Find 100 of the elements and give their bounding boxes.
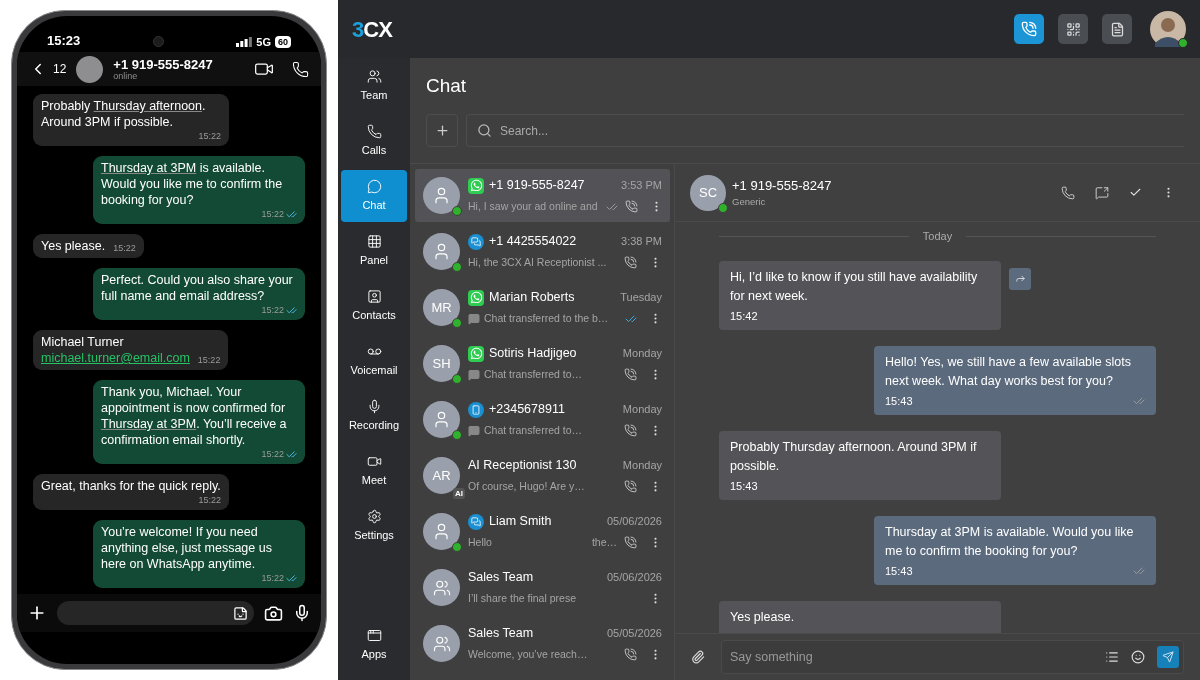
message-preview: Chat transferred to the b… bbox=[484, 311, 609, 326]
nav-item[interactable]: Calls bbox=[341, 115, 407, 167]
attach-icon[interactable] bbox=[691, 650, 705, 664]
search-icon bbox=[477, 123, 492, 138]
message-text: Yes please. bbox=[730, 608, 796, 626]
date-separator: Today bbox=[922, 229, 953, 244]
page-title: Chat bbox=[426, 74, 468, 98]
microphone-icon[interactable] bbox=[293, 604, 311, 622]
search-input[interactable]: Search... bbox=[500, 121, 1174, 140]
battery-indicator: 60 bbox=[274, 35, 291, 48]
presence-label: online bbox=[113, 71, 139, 81]
nav-item[interactable]: Recording bbox=[341, 390, 407, 442]
forward-icon bbox=[1014, 273, 1026, 284]
email-link[interactable]: michael.turner@email.com bbox=[41, 350, 190, 366]
avatar bbox=[423, 177, 460, 214]
document-icon bbox=[1109, 21, 1125, 37]
message-text: Thank you, Michael. Your appointment is now confirmed for Thursday at 3PM. You’ll receive a confirmation email shortly. bbox=[101, 384, 288, 448]
phone-button[interactable] bbox=[1014, 14, 1044, 44]
chat-time: 05/06/2026 bbox=[606, 570, 662, 586]
qr-code-button[interactable] bbox=[1058, 14, 1088, 44]
chat-bubble-icon bbox=[366, 178, 382, 194]
user-avatar[interactable] bbox=[1150, 11, 1186, 47]
message-time: 15:22 bbox=[198, 494, 221, 506]
message-preview: Welcome, you’ve reach… bbox=[468, 647, 588, 662]
contact-name: AI Receptionist 130 bbox=[468, 457, 578, 475]
message-preview: I’ll share the final prese bbox=[468, 591, 576, 606]
message-text: Michael Turner bbox=[41, 334, 125, 350]
camera-icon[interactable] bbox=[264, 603, 283, 623]
message-text: Thursday at 3PM is available. Would you like me to confirm the booking for you? bbox=[101, 160, 284, 208]
list-icon[interactable] bbox=[1105, 650, 1119, 664]
message-time: 15:22 bbox=[198, 130, 221, 142]
nav-item[interactable]: Settings bbox=[341, 500, 407, 552]
nav-item[interactable]: Meet bbox=[341, 445, 407, 497]
whatsapp-icon bbox=[468, 289, 484, 306]
message-preview: the… bbox=[591, 535, 617, 550]
transfer-icon bbox=[468, 424, 480, 437]
message-text: Perfect. Could you also share your full name and email address? bbox=[101, 272, 294, 304]
share-icon[interactable] bbox=[1095, 185, 1109, 200]
contact-subtitle: Generic bbox=[732, 195, 767, 210]
nav-item[interactable]: Panel bbox=[341, 225, 407, 277]
chat-time: 05/06/2026 bbox=[606, 514, 662, 530]
document-button[interactable] bbox=[1102, 14, 1132, 44]
nav-item[interactable]: Team bbox=[341, 60, 407, 112]
avatar bbox=[423, 625, 460, 662]
message-preview: Of course, Hugo! Are y… bbox=[468, 479, 585, 494]
transfer-icon bbox=[468, 368, 480, 381]
chat-time: Monday bbox=[622, 458, 662, 474]
contact-card-icon bbox=[366, 288, 382, 304]
chat-list-item[interactable]: +1 919-555-8247 3:53 PM Hi, I saw your ad online and bbox=[415, 169, 670, 222]
chat-list-item[interactable]: Sales Team 05/05/2026 Welcome, you’ve reach… bbox=[415, 617, 670, 670]
message-time: 15:22 bbox=[261, 448, 284, 460]
chat-list-item[interactable]: AR AI AI Receptionist 130 Monday Of course, Hugo! Are y… bbox=[415, 449, 670, 502]
avatar bbox=[423, 513, 460, 550]
avatar bbox=[423, 569, 460, 606]
contact-name[interactable]: +1 919-555-8247 bbox=[113, 57, 248, 71]
nav-item[interactable]: Chat bbox=[341, 170, 407, 222]
chat-list-item[interactable]: Sales Team 05/06/2026 I’ll share the final prese bbox=[415, 561, 670, 614]
search-field[interactable]: Search... bbox=[466, 114, 1184, 147]
message-preview: Hi, the 3CX AI Receptionist ... bbox=[468, 255, 607, 270]
send-icon bbox=[1162, 651, 1174, 663]
whatsapp-icon bbox=[468, 345, 484, 362]
chat-time: 3:53 PM bbox=[621, 178, 662, 194]
apps-icon bbox=[366, 627, 382, 643]
team-icon bbox=[366, 68, 382, 84]
chat-list-item[interactable]: +2345678911 Monday Chat transferred to… bbox=[415, 393, 670, 446]
message-time: 15:22 bbox=[261, 208, 284, 220]
message-preview: Chat transferred to… bbox=[484, 367, 583, 382]
chat-list-item[interactable]: Liam Smith 05/06/2026 Hello the… bbox=[415, 505, 670, 558]
contact-name: Sales Team bbox=[468, 625, 535, 643]
message-time: 15:22 bbox=[113, 242, 136, 254]
whatsapp-icon bbox=[468, 177, 484, 194]
chat-list-item[interactable]: SH Sotiris Hadjigeo Monday Chat transferred to… bbox=[415, 337, 670, 390]
message-time: 15:43 bbox=[885, 393, 913, 409]
avatar bbox=[423, 233, 460, 270]
network-label: 5G bbox=[256, 34, 271, 50]
nav-item[interactable]: Voicemail bbox=[341, 335, 407, 387]
nav-item[interactable]: Apps bbox=[341, 619, 407, 671]
contact-name: +1 919-555-8247 bbox=[489, 177, 586, 195]
signal-icon bbox=[236, 36, 253, 47]
chat-list-item[interactable]: MR Marian Roberts Tuesday Chat transferred to the b… bbox=[415, 281, 670, 334]
settings-icon bbox=[366, 508, 382, 524]
message-preview: Hello bbox=[468, 535, 492, 550]
message-field[interactable]: Say something bbox=[721, 640, 1184, 674]
message-input[interactable] bbox=[57, 601, 254, 625]
chat-time: 05/05/2026 bbox=[606, 626, 662, 642]
avatar: SH bbox=[423, 345, 460, 382]
contact-name: +1 4425554022 bbox=[489, 233, 578, 251]
check-icon[interactable] bbox=[1129, 186, 1142, 199]
avatar bbox=[76, 55, 104, 83]
forward-button[interactable] bbox=[1009, 267, 1031, 290]
contact-name: Sales Team bbox=[468, 569, 535, 587]
nav-item[interactable]: Contacts bbox=[341, 280, 407, 332]
send-button[interactable] bbox=[1157, 646, 1179, 668]
emoji-icon[interactable] bbox=[1131, 650, 1145, 664]
contact-name: +2345678911 bbox=[489, 401, 566, 419]
smartphone-icon bbox=[468, 401, 484, 418]
sticker-icon[interactable] bbox=[233, 605, 248, 621]
transfer-icon bbox=[468, 312, 480, 325]
chat-list-item[interactable]: +1 4425554022 3:38 PM Hi, the 3CX AI Receptionist ... bbox=[415, 225, 670, 278]
message-time: 15:22 bbox=[197, 354, 221, 366]
